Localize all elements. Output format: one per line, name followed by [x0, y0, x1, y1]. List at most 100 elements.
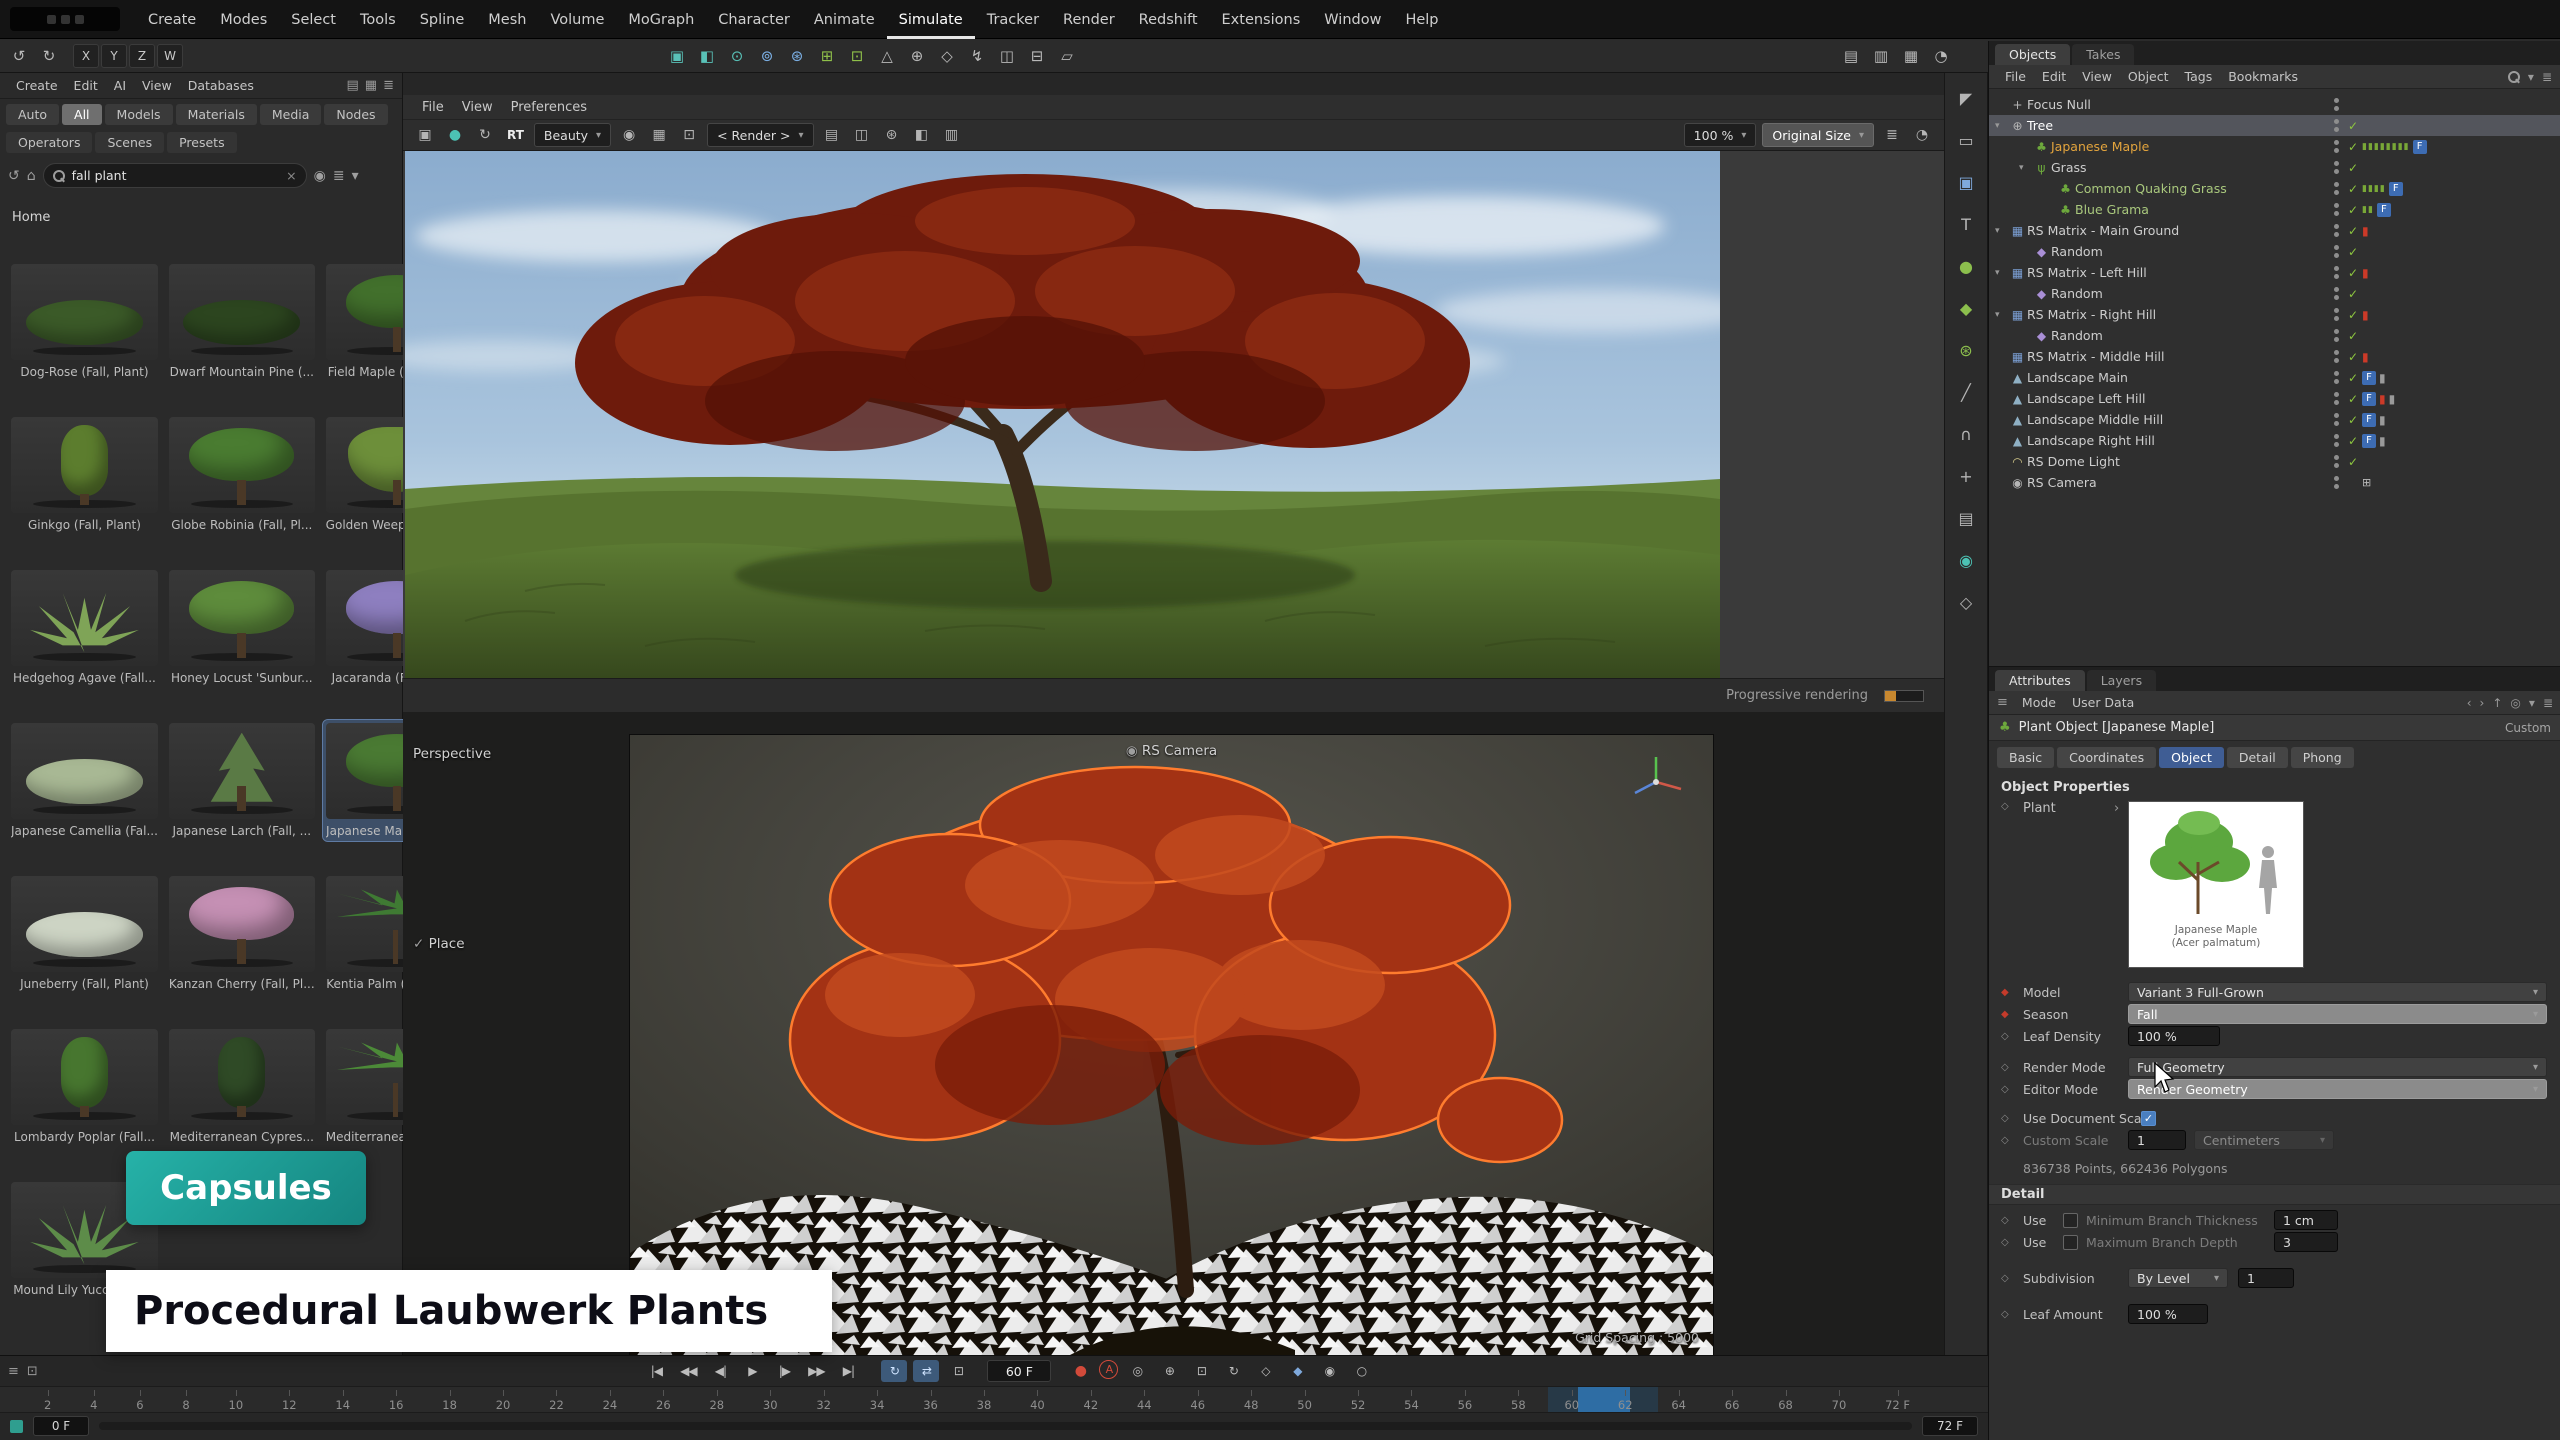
texture-tag-icon[interactable]: ▮ — [2379, 413, 2386, 427]
category-tab[interactable]: Presets — [167, 132, 237, 153]
tab-objects[interactable]: Objects — [1995, 44, 2070, 65]
object-row[interactable]: ▲ Landscape Main ✓ F ▮ — [1989, 367, 2560, 388]
enabled-check-icon[interactable]: ✓ — [2344, 434, 2362, 448]
frame-tick[interactable]: 72 F — [1885, 1390, 1910, 1412]
snapshot-icon[interactable]: ◫ — [850, 123, 874, 147]
subdivision-level-field[interactable]: 1 — [2238, 1268, 2294, 1288]
max-branch-checkbox[interactable] — [2063, 1235, 2078, 1250]
visibility-dots-icon[interactable] — [2330, 327, 2344, 345]
object-row[interactable]: ♣ Common Quaking Grass ✓ ▮▮▮▮ F — [1989, 178, 2560, 199]
filter-tab[interactable]: Nodes — [324, 104, 387, 125]
visibility-dots-icon[interactable] — [2330, 96, 2344, 114]
record-button[interactable]: ○ — [1348, 1360, 1374, 1382]
record-button[interactable]: ⊕ — [1156, 1360, 1182, 1382]
max-branch-field[interactable]: 3 — [2274, 1232, 2338, 1252]
filter-icon[interactable]: ▾ — [2528, 70, 2534, 84]
keyframe-dot-icon[interactable] — [2001, 1273, 2023, 1284]
layout-button[interactable]: ▦ — [1897, 43, 1925, 69]
object-row[interactable]: ◉ RS Camera ⊞ — [1989, 472, 2560, 493]
custom-scale-field[interactable]: 1 — [2128, 1130, 2186, 1150]
visibility-dots-icon[interactable] — [2330, 243, 2344, 261]
toolbar-button[interactable]: ↺ — [5, 43, 33, 69]
filter-tab[interactable]: Models — [105, 104, 173, 125]
axis-lock-button[interactable]: Y — [101, 44, 127, 68]
frame-tick[interactable]: 66 — [1725, 1390, 1740, 1412]
visibility-dots-icon[interactable] — [2330, 117, 2344, 135]
panel-icon[interactable]: ≣ — [2543, 696, 2553, 710]
menu-item[interactable]: Tools — [348, 0, 408, 39]
enabled-check-icon[interactable]: ✓ — [2344, 245, 2362, 259]
toolbar-button[interactable]: ⊚ — [753, 43, 781, 69]
menu-item[interactable]: MoGraph — [616, 0, 706, 39]
toolbar-button[interactable]: ◇ — [933, 43, 961, 69]
enabled-check-icon[interactable]: ✓ — [2344, 140, 2362, 154]
enabled-check-icon[interactable]: ✓ — [2344, 413, 2362, 427]
object-label[interactable]: RS Matrix - Right Hill — [2027, 307, 2156, 322]
frame-tick[interactable]: 22 — [549, 1390, 564, 1412]
filter-tab[interactable]: Media — [260, 104, 322, 125]
layout-button[interactable]: ◔ — [1927, 43, 1955, 69]
visibility-dots-icon[interactable] — [2330, 390, 2344, 408]
frame-tick[interactable]: 6 — [136, 1390, 143, 1412]
axis-lock-button[interactable]: Z — [129, 44, 155, 68]
redshift-tag-icon[interactable]: ▮ — [2379, 392, 2386, 406]
toolbar-button[interactable]: ⊞ — [813, 43, 841, 69]
object-label[interactable]: RS Dome Light — [2027, 454, 2120, 469]
record-button[interactable]: ◎ — [1124, 1360, 1150, 1382]
render-view-icon[interactable]: ◉ — [617, 123, 641, 147]
frame-tick[interactable]: 54 — [1404, 1390, 1419, 1412]
filter-tab[interactable]: Auto — [6, 104, 59, 125]
visibility-dots-icon[interactable] — [2330, 348, 2344, 366]
visibility-dots-icon[interactable] — [2330, 432, 2344, 450]
frame-tick[interactable]: 68 — [1778, 1390, 1793, 1412]
min-branch-checkbox[interactable] — [2063, 1213, 2078, 1228]
toolbar-button[interactable]: ⊛ — [783, 43, 811, 69]
object-row[interactable]: ◆ Random ✓ — [1989, 325, 2560, 346]
object-label[interactable]: Random — [2051, 286, 2103, 301]
range-start-field[interactable]: 0 F — [33, 1416, 89, 1436]
rail-tool-button[interactable]: ● — [1950, 251, 1982, 281]
object-label[interactable]: Japanese Maple — [2051, 139, 2149, 154]
timeline-icon[interactable]: ≡ — [8, 1364, 19, 1379]
frame-tick[interactable]: 48 — [1244, 1390, 1259, 1412]
search-icon[interactable] — [2508, 71, 2520, 83]
menu-item[interactable]: Create — [8, 78, 66, 93]
object-label[interactable]: Common Quaking Grass — [2075, 181, 2227, 196]
enabled-check-icon[interactable]: ✓ — [2344, 266, 2362, 280]
asset-item[interactable]: Japanese Camellia (Fal... — [8, 720, 161, 841]
playback-mode-button[interactable]: ↻ — [881, 1360, 907, 1382]
asset-item[interactable]: Honey Locust 'Sunbur... — [166, 567, 318, 688]
frame-tick[interactable]: 30 — [763, 1390, 778, 1412]
render-view-icon[interactable]: ↻ — [473, 123, 497, 147]
record-button[interactable]: A — [1099, 1360, 1118, 1379]
asset-item[interactable]: Ginkgo (Fall, Plant) — [8, 414, 161, 535]
playback-mode-button[interactable]: ⊡ — [945, 1360, 971, 1382]
custom-dropdown[interactable]: Custom — [2505, 721, 2551, 735]
snapshot-icon[interactable]: ▤ — [820, 123, 844, 147]
size-dropdown[interactable]: Original Size — [1762, 123, 1874, 147]
object-label[interactable]: Random — [2051, 244, 2103, 259]
field-tag-badge[interactable]: F — [2377, 203, 2391, 217]
toolbar-button[interactable]: ◫ — [993, 43, 1021, 69]
render-view-canvas[interactable] — [403, 151, 1944, 678]
panel-icon[interactable]: › — [2480, 696, 2485, 710]
attribute-tab[interactable]: Basic — [1997, 747, 2054, 768]
record-button[interactable]: ◉ — [1316, 1360, 1342, 1382]
subdivision-mode-dropdown[interactable]: By Level — [2128, 1268, 2228, 1288]
menu-item[interactable]: File — [413, 100, 453, 115]
transport-button[interactable]: ◀◀ — [675, 1360, 701, 1382]
enabled-check-icon[interactable]: ✓ — [2344, 308, 2362, 322]
zoom-dropdown[interactable]: 100 % — [1684, 123, 1757, 147]
panel-icon[interactable]: ◎ — [2510, 696, 2520, 710]
object-label[interactable]: Landscape Right Hill — [2027, 433, 2155, 448]
field-tag-badge[interactable]: F — [2389, 182, 2403, 196]
object-label[interactable]: Landscape Middle Hill — [2027, 412, 2163, 427]
menu-item[interactable]: Tags — [2177, 69, 2221, 84]
frame-tick[interactable]: 44 — [1137, 1390, 1152, 1412]
render-view-icon[interactable]: ● — [443, 123, 467, 147]
snapshot-icon[interactable]: ◧ — [910, 123, 934, 147]
camera-label[interactable]: ◉ RS Camera — [1126, 743, 1217, 759]
toolbar-button[interactable]: ▣ — [663, 43, 691, 69]
rail-tool-button[interactable]: + — [1950, 461, 1982, 491]
enabled-check-icon[interactable]: ✓ — [2344, 350, 2362, 364]
